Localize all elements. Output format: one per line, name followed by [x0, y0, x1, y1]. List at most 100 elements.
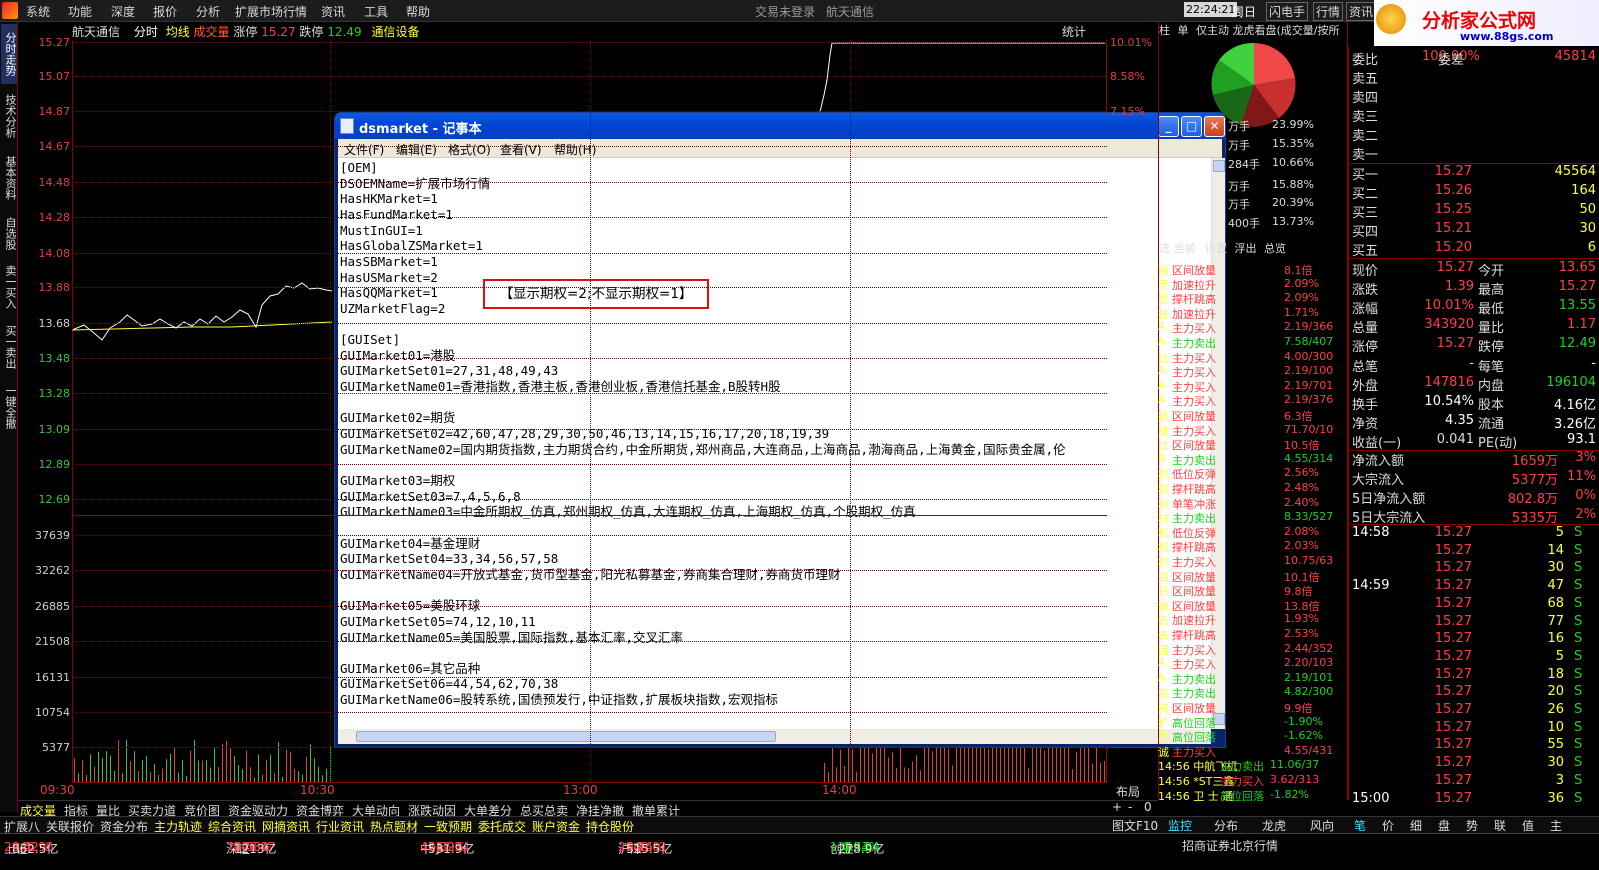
signal-row[interactable]: 诚主力买入 4.55/431	[1158, 744, 1346, 759]
signal-row[interactable]: B 主力卖出 4.55/314	[1158, 452, 1346, 467]
signal-row[interactable]: 比主力买入 4.00/300	[1158, 350, 1346, 365]
tab-cancel-all[interactable]: 一键全撤	[1, 378, 17, 436]
signal-row[interactable]: 具高位回落 -1.62%	[1158, 729, 1346, 744]
zoom-out-button[interactable]: -	[1128, 800, 1132, 814]
signal-row[interactable]: 材主力卖出 8.33/527	[1158, 510, 1346, 525]
news-button[interactable]: 资讯	[1346, 2, 1377, 21]
subtab-overview[interactable]: 总览	[1264, 242, 1286, 255]
subtab-float[interactable]: 浮出	[1235, 242, 1257, 255]
signal-row[interactable]: 灵加速拉升 2.09%	[1158, 277, 1346, 292]
right-function-tab[interactable]: 盘	[1438, 817, 1450, 834]
subtab-current[interactable]: 选 当前	[1159, 242, 1196, 255]
menu-function[interactable]: 功能	[68, 3, 92, 20]
signal-row[interactable]: A 主力买入 2.19/100	[1158, 364, 1346, 379]
pct-tick-label: 8.58%	[1110, 70, 1145, 83]
menu-quote[interactable]: 报价	[153, 3, 177, 20]
signal-row[interactable]: 机单笔冲涨 2.40%	[1158, 496, 1346, 511]
tab-tech-analysis[interactable]: 技术分析	[1, 86, 17, 146]
tab-single[interactable]: 单	[1178, 24, 1189, 37]
signal-row[interactable]: 团主力买入 2.44/352	[1158, 642, 1346, 657]
signal-stock: A	[1158, 335, 1166, 348]
notepad-menu: 文件(F) 编辑(E) 格式(O) 查看(V) 帮助(H)	[338, 139, 1222, 158]
horizontal-scroll-thumb[interactable]	[356, 731, 776, 742]
right-function-tab[interactable]: 值	[1522, 817, 1534, 834]
zoom-reset-button[interactable]: 0	[1144, 800, 1152, 814]
np-menu-view[interactable]: 查看(V)	[500, 141, 542, 158]
signal-row[interactable]: 比区间放量 10.5倍	[1158, 437, 1346, 452]
signal-row[interactable]: 14:56 卫 士 通高位回落 -1.82%	[1158, 788, 1346, 803]
signal-row[interactable]: A 主力卖出 7.58/407	[1158, 335, 1346, 350]
right-function-tab[interactable]: 图文F10	[1112, 817, 1158, 834]
tick-price: 15.27	[1434, 560, 1472, 576]
np-menu-format[interactable]: 格式(O)	[448, 141, 491, 158]
pie-row: 万手 15.88%	[1228, 178, 1314, 194]
np-menu-file[interactable]: 文件(F)	[344, 141, 384, 158]
signal-row[interactable]: 技区间放量 6.3倍	[1158, 408, 1346, 423]
tab-intraday[interactable]: 分时走势	[1, 24, 17, 84]
right-function-tab[interactable]: 监控	[1168, 817, 1192, 834]
right-function-tab[interactable]: 龙虎	[1262, 817, 1286, 834]
signal-row[interactable]: 资主力卖出 4.82/300	[1158, 685, 1346, 700]
tab-bar[interactable]: 柱	[1159, 24, 1170, 37]
signal-row[interactable]: 诚区间放量 13.8倍	[1158, 598, 1346, 613]
right-function-tab[interactable]: 分布	[1214, 817, 1238, 834]
signal-row[interactable]: 去加速拉升 1.93%	[1158, 612, 1346, 627]
signal-row[interactable]: 技加速拉升 1.71%	[1158, 306, 1346, 321]
right-function-tab[interactable]: 势	[1466, 817, 1478, 834]
signal-row[interactable]: 14:56 *ST三鑫 主力买入 3.62/313	[1158, 773, 1346, 788]
pie-row-label: 万手	[1228, 198, 1250, 211]
menu-news[interactable]: 资讯	[321, 3, 345, 20]
signal-row[interactable]: 机主力买入 10.75/63	[1158, 554, 1346, 569]
signal-row[interactable]: 资区间放量 9.9倍	[1158, 700, 1346, 715]
tab-watchlist[interactable]: 自选股	[1, 210, 17, 256]
np-menu-edit[interactable]: 编辑(E)	[396, 141, 437, 158]
signal-row[interactable]: 资区间放量 10.1倍	[1158, 569, 1346, 584]
signal-row[interactable]: A 主力买入 2.20/103	[1158, 656, 1346, 671]
subtab-settings[interactable]: 设置	[1205, 242, 1227, 255]
signal-row[interactable]: 扩高位回落 -1.90%	[1158, 715, 1346, 730]
signal-row[interactable]: A 主力卖出 2.19/101	[1158, 671, 1346, 686]
signal-row[interactable]: 日区间放量 9.8倍	[1158, 583, 1346, 598]
right-function-tab[interactable]: 联	[1494, 817, 1506, 834]
stat-button[interactable]: 统计	[1062, 23, 1086, 40]
signal-row[interactable]: A 主力买入 2.19/366	[1158, 320, 1346, 335]
signal-row[interactable]: 丽区间放量 8.1倍	[1158, 262, 1346, 277]
menu-system[interactable]: 系统	[26, 3, 50, 20]
signal-row[interactable]: 机撑杆跳高 2.03%	[1158, 539, 1346, 554]
signal-row[interactable]: 机撑杆跳高 2.48%	[1158, 481, 1346, 496]
zoom-in-button[interactable]: +	[1112, 800, 1122, 814]
menu-help[interactable]: 帮助	[406, 3, 430, 20]
notepad-titlebar[interactable]: dsmarket - 记事本 _ □ ✕	[335, 113, 1225, 139]
right-function-tab[interactable]: 价	[1382, 817, 1394, 834]
signal-row[interactable]: A 主力买入 2.19/701	[1158, 379, 1346, 394]
quote-price: 15.26	[1434, 183, 1472, 198]
flash-trade-button[interactable]: 闪电手	[1266, 2, 1309, 21]
signal-row[interactable]: 14:56 中航飞机 主力卖出 11.06/37	[1158, 758, 1346, 773]
layout-button[interactable]: 布局	[1116, 783, 1140, 800]
right-function-tab[interactable]: 细	[1410, 817, 1422, 834]
menu-ext-market[interactable]: 扩展市场行情	[235, 3, 307, 20]
horizontal-scrollbar[interactable]	[338, 729, 1211, 744]
right-function-tab[interactable]: 笔	[1354, 817, 1366, 834]
tab-fundamentals[interactable]: 基本资料	[1, 148, 17, 208]
tab-dragon-tiger[interactable]: 龙虎看盘(成交量/按所	[1233, 24, 1340, 37]
notepad-text-area[interactable]: 【显示期权=2;不显示期权=1】 [OEM] DSOEMName=扩展市场行情 Ha…	[338, 158, 1211, 729]
menu-depth[interactable]: 深度	[111, 3, 135, 20]
signal-row[interactable]: A 主力买入 2.19/376	[1158, 393, 1346, 408]
signal-row[interactable]: 机低位反弹 2.56%	[1158, 466, 1346, 481]
quote-button[interactable]: 行情	[1313, 2, 1344, 21]
signal-row[interactable]: 灵撑杆跳高 2.09%	[1158, 291, 1346, 306]
price-line-late	[819, 42, 1105, 113]
volume-bar	[98, 751, 99, 782]
tab-sell1-buy[interactable]: 卖一买入	[1, 258, 17, 316]
signal-row[interactable]: 机低位反弹 2.08%	[1158, 525, 1346, 540]
right-function-tab[interactable]: 主	[1550, 817, 1562, 834]
signal-row[interactable]: 成主力买入 71.70/10	[1158, 423, 1346, 438]
signal-row[interactable]: 去撑杆跳高 2.53%	[1158, 627, 1346, 642]
menu-analysis[interactable]: 分析	[196, 3, 220, 20]
stat-row: 外盘 147816 内盘 196104	[1350, 375, 1599, 394]
tab-buy1-sell[interactable]: 买一卖出	[1, 318, 17, 376]
right-function-tab[interactable]: 风向	[1310, 817, 1334, 834]
menu-tools[interactable]: 工具	[364, 3, 388, 20]
tab-active-only[interactable]: 仅主动	[1196, 24, 1229, 37]
